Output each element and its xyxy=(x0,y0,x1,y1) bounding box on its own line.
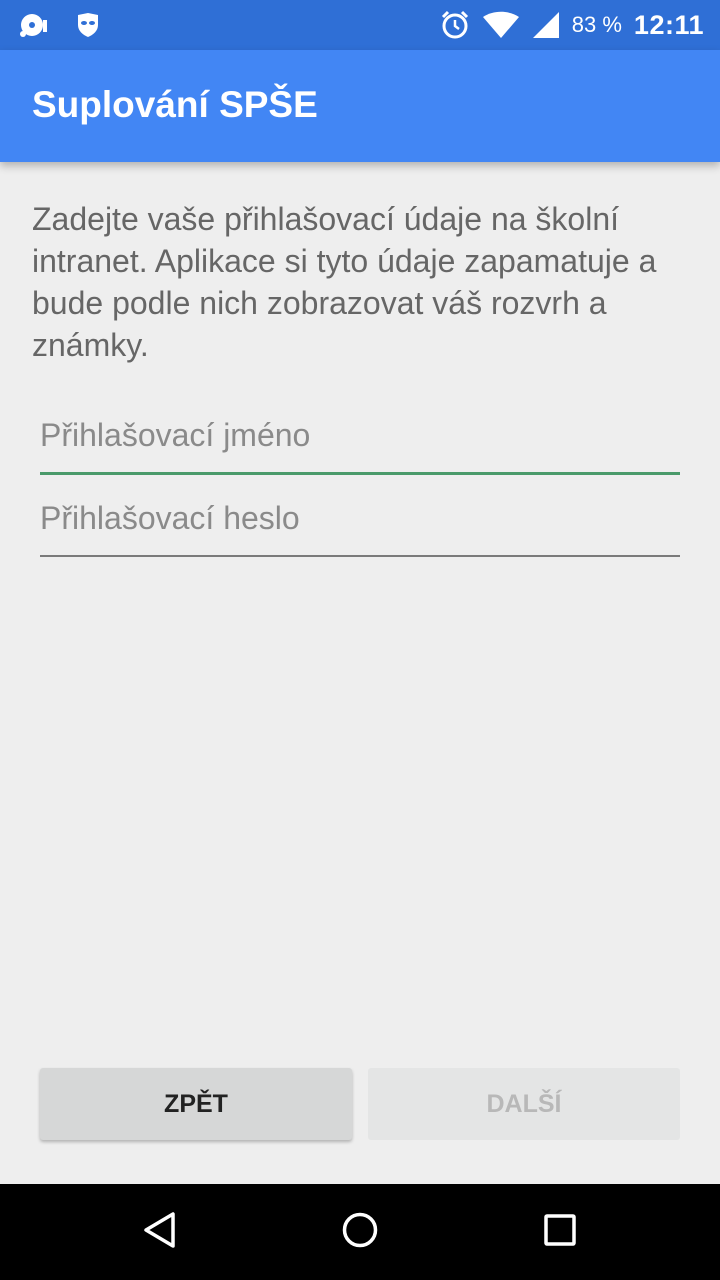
username-input[interactable] xyxy=(40,400,680,470)
mask-notification-icon xyxy=(76,12,100,38)
disc-notification-icon xyxy=(18,10,50,40)
navigation-bar xyxy=(0,1184,720,1280)
clock: 12:11 xyxy=(633,9,704,40)
system-status-icons: 83 % 12:11 xyxy=(440,0,704,50)
signal-icon xyxy=(532,11,560,39)
nav-recent-button[interactable] xyxy=(536,1208,584,1256)
alarm-icon xyxy=(440,10,470,40)
battery-percent: 83 % xyxy=(571,12,622,37)
notification-icons xyxy=(18,9,100,41)
app-title: Suplování SPŠE xyxy=(32,84,318,125)
recent-square-icon xyxy=(540,1210,580,1255)
app-bar: Suplování SPŠE xyxy=(0,50,720,162)
back-button[interactable]: ZPĚT xyxy=(40,1068,352,1140)
home-circle-icon xyxy=(340,1210,380,1255)
login-instructions: Zadejte vaše přihlašovací údaje na školn… xyxy=(32,201,657,363)
nav-back-button[interactable] xyxy=(136,1208,184,1256)
next-button[interactable]: DALŠÍ xyxy=(368,1068,680,1140)
password-input[interactable] xyxy=(40,483,680,553)
password-field-container xyxy=(40,483,680,557)
back-triangle-icon xyxy=(140,1210,180,1255)
status-bar: 83 % 12:11 xyxy=(0,0,720,50)
username-field-container xyxy=(40,400,680,475)
wifi-icon xyxy=(482,11,520,39)
nav-home-button[interactable] xyxy=(336,1208,384,1256)
